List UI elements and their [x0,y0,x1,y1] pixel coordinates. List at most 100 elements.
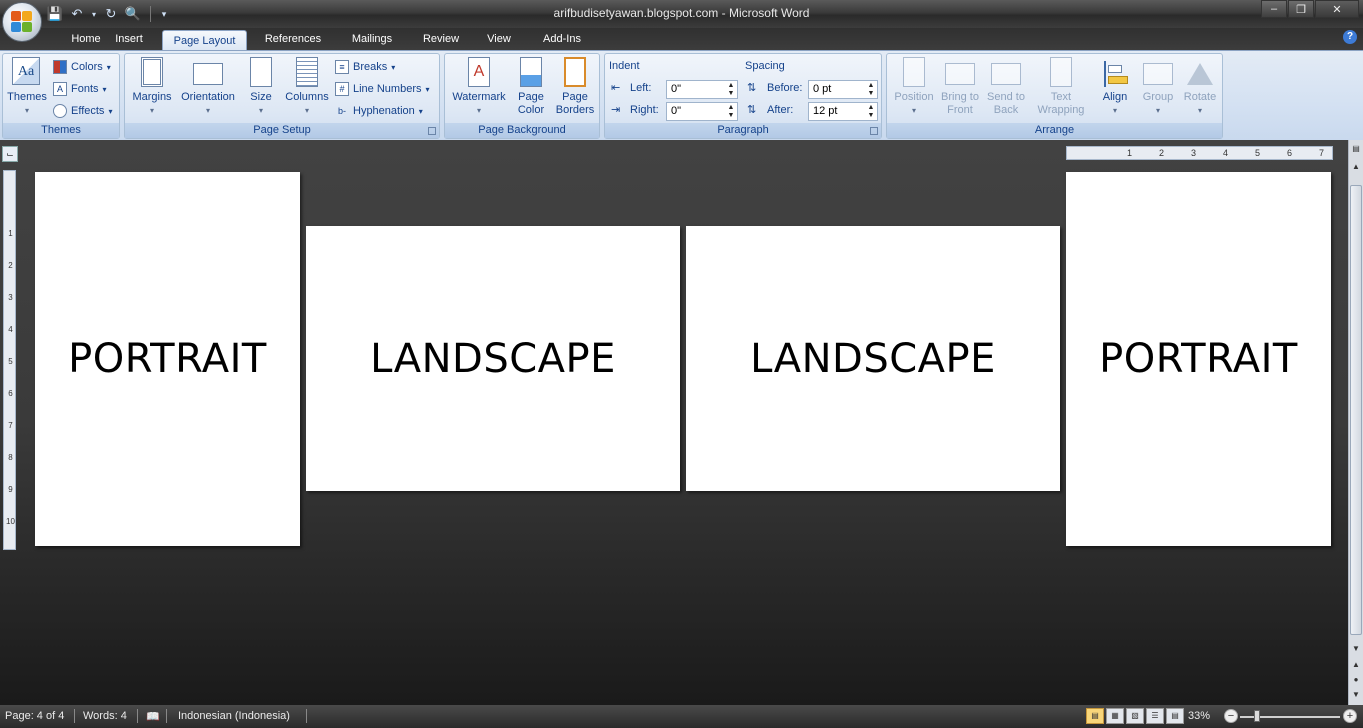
spacing-after-spinner[interactable]: 12 pt ▲ ▼ [808,102,878,121]
chevron-down-icon: ▾ [418,106,423,116]
spacing-before-label: Before: [767,82,803,94]
page-color-button[interactable]: Page Color [511,57,551,117]
bring-to-front-button[interactable]: Bring to Front [937,57,983,117]
horizontal-ruler-tick: 5 [1255,148,1261,158]
word-count[interactable]: Words: 4 [83,710,127,722]
margins-button[interactable]: Margins ▾ [129,57,175,117]
minimize-button[interactable]: – [1261,0,1287,18]
colors-button[interactable]: Colors ▾ [53,57,111,77]
chevron-down-icon: ▾ [106,62,111,72]
page-count[interactable]: Page: 4 of 4 [5,710,64,722]
group-label: Group [1142,91,1174,103]
spin-arrows-icon[interactable]: ▲ ▼ [726,104,736,120]
page-borders-button[interactable]: Page Borders [553,57,597,117]
tab-references[interactable]: References [258,32,328,50]
full-screen-reading-icon[interactable]: ▦ [1106,708,1124,724]
tab-review[interactable]: Review [416,32,466,50]
zoom-out-button[interactable]: − [1224,709,1238,723]
window-title: arifbudisetyawan.blogspot.com - Microsof… [553,6,810,20]
scroll-down-icon[interactable]: ▼ [1350,642,1362,656]
columns-icon [292,57,322,89]
status-separator [74,709,75,723]
position-icon [899,57,929,89]
page-2-text: LANDSCAPE [370,335,616,382]
spin-arrows-icon[interactable]: ▲ ▼ [726,82,736,98]
themes-button[interactable]: Aa Themes ▾ [5,57,49,117]
rotate-button[interactable]: Rotate ▾ [1179,57,1221,117]
print-layout-icon[interactable]: ▤ [1086,708,1104,724]
text-wrapping-button[interactable]: Text Wrapping [1031,57,1091,117]
tab-view[interactable]: View [476,32,522,50]
spacing-after-icon: ⇅ [747,104,757,116]
tab-page-layout[interactable]: Page Layout [162,30,247,51]
columns-button[interactable]: Columns ▾ [283,57,331,117]
help-icon[interactable]: ? [1343,30,1357,44]
web-layout-icon[interactable]: ▧ [1126,708,1144,724]
position-button[interactable]: Position ▾ [889,57,939,117]
align-button[interactable]: Align ▾ [1095,57,1135,117]
watermark-button[interactable]: A Watermark ▾ [449,57,509,117]
status-separator [166,709,167,723]
page-setup-dialog-launcher[interactable] [428,127,436,135]
office-button[interactable] [2,2,42,42]
spacing-before-value: 0 pt [813,83,832,95]
zoom-level[interactable]: 33% [1188,710,1210,722]
paragraph-dialog-launcher[interactable] [870,127,878,135]
line-numbers-button[interactable]: # Line Numbers ▾ [335,79,430,99]
chevron-down-icon: ▾ [1197,106,1202,115]
tab-insert[interactable]: Insert [106,32,152,50]
send-to-back-button[interactable]: Send to Back [983,57,1029,117]
vertical-scrollbar[interactable]: ▤ ▲ ▼ ▲ ● ▼ [1348,140,1363,705]
position-label: Position [894,91,934,103]
breaks-button[interactable]: ≡ Breaks ▾ [335,57,395,77]
fonts-button[interactable]: A Fonts ▾ [53,79,107,99]
ruler-toggle-icon[interactable]: ▤ [1350,142,1362,156]
next-page-icon[interactable]: ▼ [1350,688,1362,702]
spacing-before-spinner[interactable]: 0 pt ▲ ▼ [808,80,878,99]
close-button[interactable]: ✕ [1315,0,1359,18]
arrange-group-label: Arrange [887,123,1222,138]
indent-right-value: 0" [671,105,682,117]
chevron-down-icon: ▾ [911,106,916,115]
hyphenation-button[interactable]: b- Hyphenation ▾ [335,101,423,121]
zoom-slider-thumb[interactable] [1254,710,1260,722]
horizontal-ruler[interactable]: 1 2 3 4 5 6 7 [1066,146,1333,160]
vertical-ruler[interactable]: 1 2 3 4 5 6 7 8 9 10 [3,170,16,550]
spin-arrows-icon[interactable]: ▲ ▼ [866,82,876,98]
effects-button[interactable]: Effects ▾ [53,101,112,121]
tab-mailings[interactable]: Mailings [338,32,406,50]
orientation-button[interactable]: Orientation ▾ [177,57,239,117]
status-separator [137,709,138,723]
outline-icon[interactable]: ☰ [1146,708,1164,724]
page-1[interactable]: PORTRAIT [35,172,300,546]
size-button[interactable]: Size ▾ [243,57,279,117]
align-label: Align [1102,91,1128,103]
scroll-thumb[interactable] [1350,185,1362,635]
indent-left-spinner[interactable]: 0" ▲ ▼ [666,80,738,99]
proofing-icon[interactable]: 📖 [146,710,160,723]
horizontal-ruler-tick: 1 [1127,148,1133,158]
page-4[interactable]: PORTRAIT [1066,172,1331,546]
send-to-back-label-1: Send to [987,91,1025,103]
indent-right-spinner[interactable]: 0" ▲ ▼ [666,102,738,121]
vertical-ruler-tick: 8 [8,453,13,462]
group-button[interactable]: Group ▾ [1137,57,1179,117]
tab-selector-button[interactable]: ⌙ [2,146,18,162]
tab-add-ins[interactable]: Add-Ins [532,32,592,50]
draft-icon[interactable]: ▤ [1166,708,1184,724]
horizontal-ruler-tick: 6 [1287,148,1293,158]
previous-page-icon[interactable]: ▲ [1350,658,1362,672]
language[interactable]: Indonesian (Indonesia) [178,710,290,722]
vertical-ruler-tick: 5 [8,357,13,366]
chevron-down-icon: ▾ [205,106,210,115]
zoom-in-button[interactable]: + [1343,709,1357,723]
line-numbers-label: Line Numbers [353,83,422,95]
spin-arrows-icon[interactable]: ▲ ▼ [866,104,876,120]
scroll-up-icon[interactable]: ▲ [1350,160,1362,174]
page-3[interactable]: LANDSCAPE [686,226,1060,491]
page-2[interactable]: LANDSCAPE [306,226,680,491]
send-to-back-icon [991,57,1021,89]
watermark-label: Watermark [452,91,506,103]
select-browse-object-icon[interactable]: ● [1350,673,1362,687]
restore-button[interactable]: ❐ [1288,0,1314,18]
